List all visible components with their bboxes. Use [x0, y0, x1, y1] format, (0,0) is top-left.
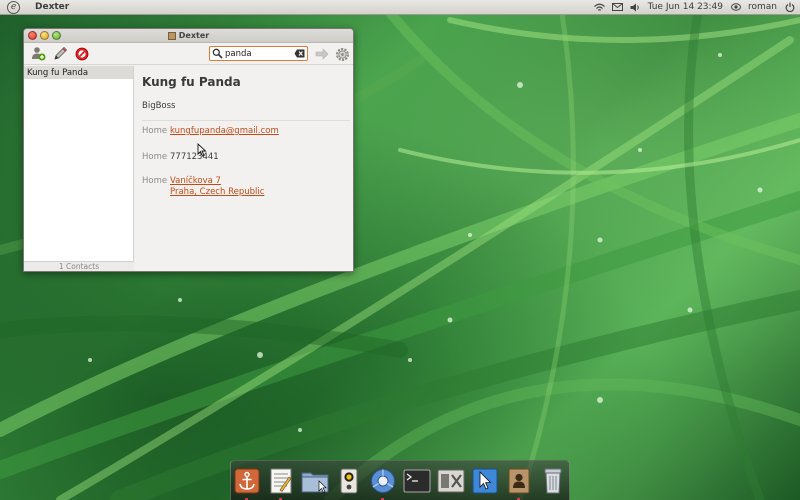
power-icon[interactable] [784, 2, 795, 12]
wifi-icon[interactable] [593, 2, 605, 12]
system-tools-icon [437, 469, 465, 492]
top-panel: e Dexter Tue Jun 14 23:49 roman [0, 0, 800, 15]
user-status-icon [730, 2, 741, 12]
running-indicator [381, 497, 384, 500]
dock-contacts[interactable] [505, 466, 533, 500]
window-titlebar[interactable]: Dexter [24, 29, 353, 43]
contacts-icon [508, 468, 530, 493]
dock-pointer-app[interactable] [471, 466, 499, 496]
speaker-icon [340, 468, 358, 493]
contact-list-item-name: Kung fu Panda [27, 67, 89, 78]
contact-list-item[interactable]: Kung fu Panda [24, 66, 133, 79]
dock-system-tools[interactable] [437, 466, 465, 496]
dexter-window: Dexter panda Kung fu Panda 1 Contacts Ku… [23, 28, 354, 272]
mail-icon[interactable] [611, 2, 623, 12]
phone-value: 777123441 [170, 152, 219, 162]
contact-organization: BigBoss [142, 101, 176, 111]
addressbook-icon [167, 31, 176, 40]
username[interactable]: roman [748, 2, 777, 12]
ubuntu-logo-icon[interactable]: e [7, 0, 20, 14]
clock-text[interactable]: Tue Jun 14 23:49 [648, 2, 723, 12]
email-row: Home kungfupanda@gmail.com [142, 126, 279, 136]
edit-contact-button[interactable] [52, 46, 68, 62]
window-title: Dexter [178, 31, 210, 40]
forward-arrow-button[interactable] [314, 46, 330, 62]
running-indicator [517, 497, 520, 500]
dock-file-manager[interactable] [301, 466, 329, 496]
phone-row: Home 777123441 [142, 152, 219, 162]
mouse-pointer-icon [197, 143, 207, 157]
dock-web-browser[interactable] [369, 466, 397, 500]
dock-music-player[interactable] [335, 466, 363, 496]
folder-icon [301, 472, 329, 493]
volume-icon[interactable] [630, 2, 641, 12]
cursor-app-icon [472, 468, 498, 493]
contacts-list: Kung fu Panda 1 Contacts [24, 66, 134, 271]
running-indicator [279, 497, 282, 500]
detail-divider [142, 120, 350, 121]
dock [230, 460, 570, 500]
chromium-icon [371, 468, 395, 493]
address-label: Home [142, 176, 168, 186]
email-label: Home [142, 126, 168, 136]
search-icon [212, 48, 223, 59]
search-box[interactable] [209, 46, 308, 61]
toolbar [24, 43, 353, 65]
terminal-icon [403, 469, 431, 492]
dock-text-editor[interactable] [267, 466, 295, 500]
text-editor-icon [270, 468, 292, 493]
active-app-name: Dexter [35, 2, 70, 12]
contact-name-heading: Kung fu Panda [142, 75, 241, 89]
dock-terminal[interactable] [403, 466, 431, 496]
search-input[interactable] [223, 48, 293, 59]
address-line-2[interactable]: Praha, Czech Republic [170, 187, 264, 198]
window-close-button[interactable] [28, 31, 37, 40]
panel-indicators: Tue Jun 14 23:49 roman [593, 2, 800, 12]
contact-count: 1 Contacts [24, 261, 134, 271]
dock-trash[interactable] [539, 466, 567, 496]
email-link[interactable]: kungfupanda@gmail.com [170, 126, 279, 136]
phone-label: Home [142, 152, 168, 162]
settings-gear-button[interactable] [334, 46, 350, 62]
dock-anchor-app[interactable] [233, 466, 261, 500]
contact-detail-pane: Kung fu Panda BigBoss Home kungfupanda@g… [142, 66, 352, 271]
window-minimize-button[interactable] [40, 31, 49, 40]
running-indicator [245, 497, 248, 500]
delete-contact-button[interactable] [74, 46, 90, 62]
address-line-1[interactable]: Vaníčkova 7 [170, 176, 264, 187]
address-row: Home Vaníčkova 7 Praha, Czech Republic [142, 176, 264, 198]
clear-search-icon[interactable] [294, 49, 305, 58]
add-contact-button[interactable] [30, 46, 46, 62]
window-maximize-button[interactable] [52, 31, 61, 40]
anchor-icon [234, 468, 260, 493]
trash-icon [544, 468, 562, 493]
